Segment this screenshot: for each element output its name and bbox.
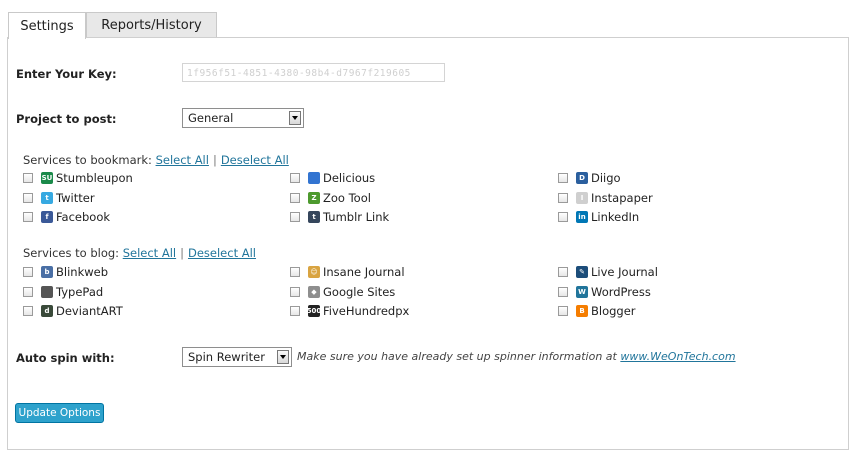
service-label: Blinkweb bbox=[56, 265, 109, 279]
service-label: Tumblr Link bbox=[323, 210, 390, 224]
googlesites-icon: ◆ bbox=[308, 285, 320, 298]
service-label: Twitter bbox=[56, 190, 95, 205]
blogger-icon: B bbox=[576, 305, 588, 317]
settings-panel bbox=[7, 37, 849, 450]
service-label: FiveHundredpx bbox=[323, 304, 410, 318]
twitter-icon: t bbox=[41, 191, 53, 204]
service-label: Delicious bbox=[323, 171, 376, 185]
service-item: SU Stumbleupon bbox=[23, 170, 133, 186]
service-item: ✎ Live Journal bbox=[558, 264, 658, 280]
chevron-down-icon[interactable] bbox=[277, 350, 289, 364]
key-label: Enter Your Key: bbox=[16, 67, 117, 81]
service-label: DeviantART bbox=[56, 304, 123, 318]
key-input[interactable]: 1f956f51-4851-4380-98b4-d7967f219605 bbox=[182, 63, 445, 82]
blog-title-text: Services to blog: bbox=[23, 246, 120, 260]
bookmark-separator: | bbox=[212, 153, 217, 167]
service-label: Facebook bbox=[56, 210, 111, 224]
bookmark-section-title: Services to bookmark: Select All | Deselec… bbox=[23, 153, 289, 167]
blog-deselect-all-link[interactable]: Deselect All bbox=[188, 246, 256, 260]
service-label: Stumbleupon bbox=[56, 171, 133, 185]
service-item: b Blinkweb bbox=[23, 264, 108, 280]
update-options-button[interactable]: Update Options bbox=[15, 403, 104, 423]
bookmark-title-text: Services to bookmark: bbox=[23, 153, 152, 167]
facebook-icon: f bbox=[41, 211, 53, 223]
weontech-link[interactable]: www.WeOnTech.com bbox=[620, 350, 735, 363]
service-checkbox[interactable] bbox=[290, 267, 300, 277]
service-label: WordPress bbox=[591, 284, 651, 299]
service-label: Zoo Tool bbox=[323, 190, 371, 205]
typepad-icon bbox=[41, 285, 53, 298]
diigo-icon: D bbox=[576, 172, 588, 184]
blog-section-title: Services to blog: Select All | Deselect Al… bbox=[23, 246, 256, 260]
project-select[interactable]: General bbox=[182, 108, 304, 128]
service-item: I Instapaper bbox=[558, 190, 653, 206]
chevron-down-icon[interactable] bbox=[289, 111, 301, 125]
spin-label: Auto spin with: bbox=[16, 351, 115, 365]
service-item: t Tumblr Link bbox=[290, 209, 389, 225]
service-checkbox[interactable] bbox=[290, 212, 300, 222]
project-label: Project to post: bbox=[16, 112, 117, 126]
delicious-icon bbox=[308, 172, 320, 184]
service-checkbox[interactable] bbox=[290, 192, 300, 203]
service-item: TypePad bbox=[23, 284, 103, 300]
service-checkbox[interactable] bbox=[558, 286, 568, 297]
service-label: Live Journal bbox=[591, 265, 658, 279]
service-item: 500 FiveHundredpx bbox=[290, 303, 409, 319]
service-checkbox[interactable] bbox=[290, 286, 300, 297]
tab-reports-history[interactable]: Reports/History bbox=[86, 12, 217, 37]
tumblr-icon: t bbox=[308, 211, 320, 223]
service-item: B Blogger bbox=[558, 303, 636, 319]
service-item: t Twitter bbox=[23, 190, 95, 206]
project-select-value: General bbox=[188, 111, 234, 125]
blinkweb-icon: b bbox=[41, 266, 53, 278]
service-checkbox[interactable] bbox=[290, 306, 300, 316]
service-label: Instapaper bbox=[591, 190, 653, 205]
livejournal-icon: ✎ bbox=[576, 266, 588, 278]
service-checkbox[interactable] bbox=[290, 173, 300, 183]
service-checkbox[interactable] bbox=[23, 212, 33, 222]
service-checkbox[interactable] bbox=[558, 192, 568, 203]
service-label: TypePad bbox=[56, 284, 104, 299]
bookmark-select-all-link[interactable]: Select All bbox=[156, 153, 209, 167]
linkedin-icon: in bbox=[576, 211, 588, 223]
blog-separator: | bbox=[180, 246, 184, 260]
service-item: f Facebook bbox=[23, 209, 110, 225]
500px-icon: 500 bbox=[306, 305, 322, 317]
spin-select-value: Spin Rewriter bbox=[188, 350, 265, 364]
service-checkbox[interactable] bbox=[23, 173, 33, 183]
spin-note-text: Make sure you have already set up spinne… bbox=[297, 350, 621, 363]
wordpress-icon: W bbox=[576, 285, 588, 298]
service-item: in LinkedIn bbox=[558, 209, 639, 225]
bookmark-deselect-all-link[interactable]: Deselect All bbox=[221, 153, 289, 167]
spin-select[interactable]: Spin Rewriter bbox=[182, 347, 292, 367]
service-item: D Diigo bbox=[558, 170, 621, 186]
zootool-icon: Z bbox=[308, 191, 320, 204]
service-checkbox[interactable] bbox=[558, 173, 568, 183]
deviantart-icon: d bbox=[41, 305, 53, 317]
service-item: Z Zoo Tool bbox=[290, 190, 371, 206]
blog-select-all-link[interactable]: Select All bbox=[123, 246, 176, 260]
tab-settings[interactable]: Settings bbox=[8, 12, 86, 39]
service-label: Blogger bbox=[591, 304, 636, 318]
service-item: ◆ Google Sites bbox=[290, 284, 395, 300]
service-label: Diigo bbox=[591, 171, 621, 185]
service-checkbox[interactable] bbox=[23, 286, 33, 297]
service-checkbox[interactable] bbox=[558, 267, 568, 277]
service-checkbox[interactable] bbox=[23, 267, 33, 277]
service-item: d DeviantART bbox=[23, 303, 123, 319]
service-item: W WordPress bbox=[558, 284, 651, 300]
service-label: Insane Journal bbox=[323, 265, 405, 279]
service-item: ☺ Insane Journal bbox=[290, 264, 405, 280]
service-checkbox[interactable] bbox=[558, 306, 568, 316]
service-label: Google Sites bbox=[323, 284, 396, 299]
service-checkbox[interactable] bbox=[558, 212, 568, 222]
service-label: LinkedIn bbox=[591, 210, 640, 224]
service-checkbox[interactable] bbox=[23, 306, 33, 316]
insanejournal-icon: ☺ bbox=[308, 266, 320, 278]
spin-note: Make sure you have already set up spinne… bbox=[297, 350, 736, 363]
service-checkbox[interactable] bbox=[23, 192, 33, 203]
service-item: Delicious bbox=[290, 170, 375, 186]
instapaper-icon: I bbox=[576, 191, 588, 204]
stumbleupon-icon: SU bbox=[41, 172, 53, 184]
